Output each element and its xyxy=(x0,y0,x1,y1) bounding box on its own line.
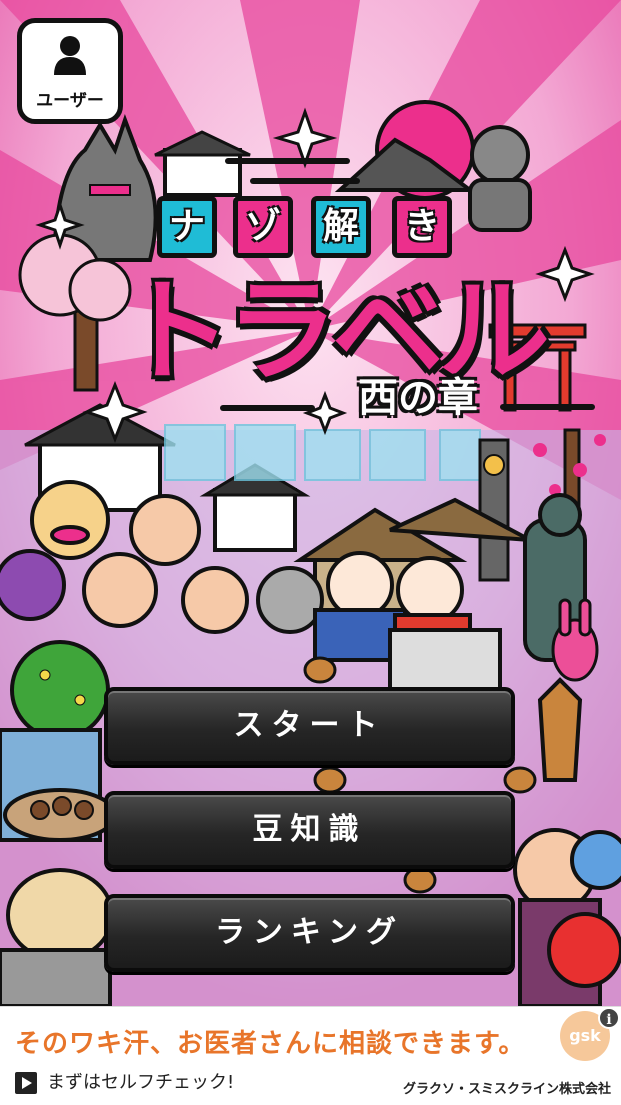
ad-headline[interactable]: そのワキ汗、お医者さんに相談できます。 xyxy=(15,1023,525,1060)
logo-tile-2: ゾ xyxy=(233,196,293,258)
start-button[interactable]: スタート xyxy=(104,687,515,765)
ad-info-icon[interactable]: i xyxy=(598,1007,620,1029)
play-icon xyxy=(15,1072,37,1094)
user-icon xyxy=(54,36,86,75)
ad-banner[interactable]: そのワキ汗、お医者さんに相談できます。 gsk まずはセルフチェック! グラクソ… xyxy=(0,1006,621,1105)
ad-advertiser: グラクソ・スミスクライン株式会社 xyxy=(402,1082,611,1097)
logo-subtitle: 西の章 xyxy=(358,375,478,421)
ad-cta-link[interactable]: まずはセルフチェック! xyxy=(15,1071,234,1095)
buddha-statue xyxy=(468,125,532,232)
logo-tile-3: 解 xyxy=(311,196,371,258)
trivia-button[interactable]: 豆知識 xyxy=(104,791,515,869)
left-lower-props xyxy=(0,640,117,1006)
user-button[interactable]: ユーザー xyxy=(17,18,123,124)
ad-cta-label: まずはセルフチェック! xyxy=(47,1072,235,1093)
user-button-label: ユーザー xyxy=(36,91,104,111)
tsutenkaku-tower xyxy=(478,438,510,582)
ranking-button[interactable]: ランキング xyxy=(104,894,515,972)
logo-tile-1: ナ xyxy=(157,196,217,258)
logo-tile-4: き xyxy=(392,196,452,258)
